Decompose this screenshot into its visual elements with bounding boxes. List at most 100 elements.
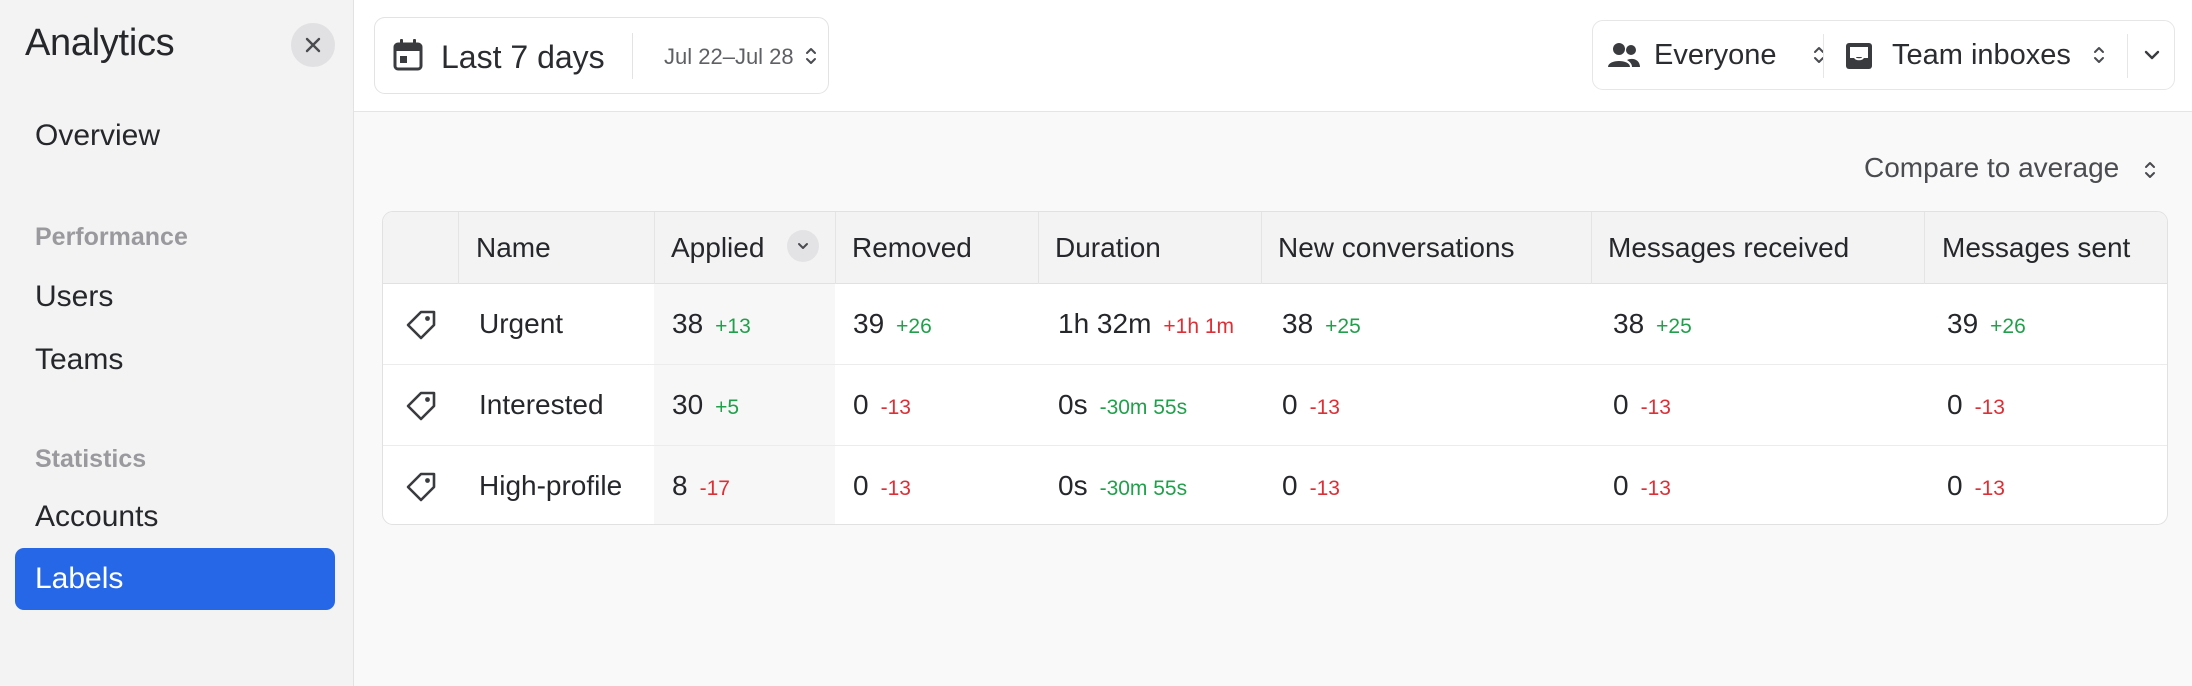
sidebar-item-label: Labels (35, 562, 124, 595)
column-header-removed[interactable]: Removed (852, 232, 972, 264)
chevron-down-icon[interactable] (2142, 45, 2162, 65)
sidebar-title: Analytics (25, 22, 175, 64)
column-header-applied[interactable]: Applied (671, 232, 764, 264)
top-toolbar: Last 7 days Jul 22–Jul 28 Everyone Team … (354, 0, 2192, 112)
column-divider (458, 212, 459, 284)
tag-icon (406, 391, 436, 421)
messages-received-cell: 38 +25 (1613, 308, 1692, 340)
filter-group: Everyone Team inboxes (1592, 20, 2175, 90)
people-icon (1608, 43, 1640, 67)
duration-cell: 0s -30m 55s (1058, 470, 1187, 502)
delta: -30m 55s (1099, 477, 1188, 500)
column-header-duration[interactable]: Duration (1055, 232, 1161, 264)
delta: -13 (1309, 396, 1340, 419)
column-divider (1038, 212, 1039, 284)
new-conversations-cell: 38 +25 (1282, 308, 1361, 340)
sidebar-item-users[interactable]: Users (35, 280, 113, 314)
column-divider (654, 212, 655, 284)
label-name: Interested (479, 389, 604, 420)
duration-cell: 0s -30m 55s (1058, 389, 1187, 421)
delta: -17 (699, 477, 730, 500)
sidebar-item-accounts[interactable]: Accounts (35, 500, 158, 534)
date-range-text: Jul 22–Jul 28 (664, 44, 794, 69)
tag-icon (406, 310, 436, 340)
messages-sent-cell: 0 -13 (1947, 470, 2005, 502)
applied-cell: 8 -17 (672, 470, 730, 502)
people-filter[interactable]: Everyone (1654, 39, 1777, 72)
chevron-updown-icon (806, 48, 816, 64)
value: 39 (1947, 308, 1979, 339)
column-header-messages-sent[interactable]: Messages sent (1942, 232, 2130, 264)
column-header-name[interactable]: Name (476, 232, 551, 264)
removed-cell: 0 -13 (853, 470, 911, 502)
labels-table: Name Applied Removed Duration New conver… (382, 211, 2168, 525)
duration-cell: 1h 32m +1h 1m (1058, 308, 1234, 340)
value: 8 (672, 470, 688, 501)
tag-icon (406, 472, 436, 502)
messages-sent-cell: 39 +26 (1947, 308, 2026, 340)
new-conversations-cell: 0 -13 (1282, 470, 1340, 502)
removed-cell: 39 +26 (853, 308, 932, 340)
sidebar-item-labels[interactable]: Labels (15, 548, 335, 610)
table-row[interactable]: Urgent 38 +13 39 +26 1h 32m +1h 1m 38 +25 38… (383, 284, 2167, 365)
close-sidebar-button[interactable] (291, 23, 335, 67)
delta: -13 (1640, 477, 1671, 500)
value: 1h 32m (1058, 308, 1152, 339)
delta: +25 (1656, 315, 1692, 338)
value: 0 (1282, 470, 1298, 501)
value: 38 (1282, 308, 1314, 339)
table-header: Name Applied Removed Duration New conver… (383, 212, 2167, 284)
value: 0 (1282, 389, 1298, 420)
divider (2127, 34, 2128, 78)
compare-dropdown[interactable]: Compare to average (1864, 152, 2119, 184)
applied-cell: 30 +5 (672, 389, 739, 421)
sidebar-section-statistics: Statistics (35, 445, 147, 473)
table-row[interactable]: High-profile 8 -17 0 -13 0s -30m 55s 0 -13 0… (383, 446, 2167, 524)
messages-sent-cell: 0 -13 (1947, 389, 2005, 421)
delta: -13 (1974, 396, 2005, 419)
applied-cell: 38 +13 (672, 308, 751, 340)
table-row[interactable]: Interested 30 +5 0 -13 0s -30m 55s 0 -13 0 -1… (383, 365, 2167, 446)
delta: +26 (1990, 315, 2026, 338)
sort-button[interactable] (787, 230, 819, 262)
chevron-updown-icon (2094, 47, 2104, 63)
delta: -13 (1974, 477, 2005, 500)
value: 0 (1613, 389, 1629, 420)
sidebar-item-overview[interactable]: Overview (35, 119, 160, 153)
value: 0s (1058, 389, 1088, 420)
value: 0 (1947, 389, 1963, 420)
divider (632, 33, 633, 79)
delta: +25 (1325, 315, 1361, 338)
column-header-new-conversations[interactable]: New conversations (1278, 232, 1515, 264)
delta: +13 (715, 315, 751, 338)
value: 0 (1947, 470, 1963, 501)
value: 0 (853, 389, 869, 420)
inbox-filter[interactable]: Team inboxes (1892, 39, 2071, 72)
column-divider (1591, 212, 1592, 284)
divider (1823, 34, 1824, 78)
close-icon (305, 37, 321, 53)
messages-received-cell: 0 -13 (1613, 470, 1671, 502)
date-range-picker[interactable]: Last 7 days Jul 22–Jul 28 (374, 17, 829, 94)
new-conversations-cell: 0 -13 (1282, 389, 1340, 421)
sidebar-item-teams[interactable]: Teams (35, 343, 123, 377)
delta: +1h 1m (1163, 315, 1235, 338)
date-preset-label: Last 7 days (441, 39, 605, 75)
inbox-icon (1846, 43, 1872, 69)
calendar-icon (393, 39, 423, 71)
value: 38 (1613, 308, 1645, 339)
delta: +5 (715, 396, 740, 419)
chevron-down-icon (798, 243, 808, 249)
column-divider (1261, 212, 1262, 284)
label-name: High-profile (479, 470, 623, 501)
column-header-messages-received[interactable]: Messages received (1608, 232, 1849, 264)
column-divider (835, 212, 836, 284)
value: 30 (672, 389, 704, 420)
removed-cell: 0 -13 (853, 389, 911, 421)
value: 39 (853, 308, 885, 339)
delta: -13 (1640, 396, 1671, 419)
delta: -30m 55s (1099, 396, 1188, 419)
chevron-updown-icon (2145, 162, 2155, 178)
delta: -13 (880, 396, 911, 419)
delta: -13 (1309, 477, 1340, 500)
